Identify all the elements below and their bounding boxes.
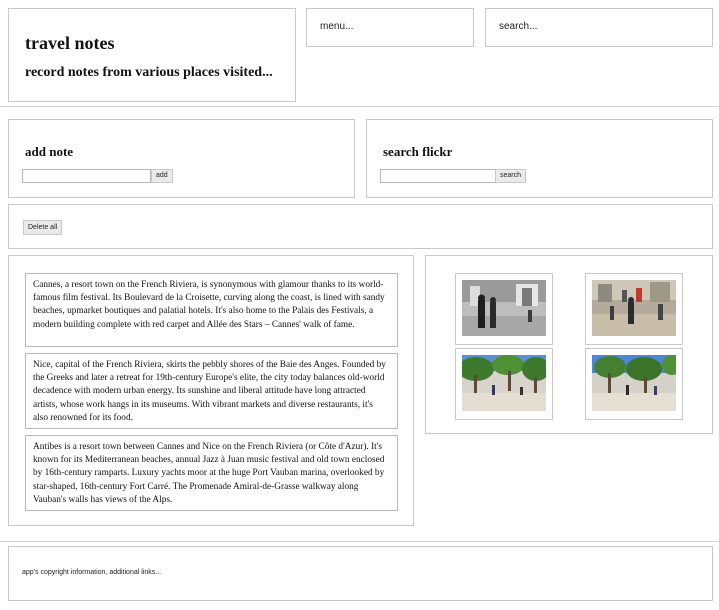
search-flickr-panel: search flickr search bbox=[366, 119, 713, 198]
search-link[interactable]: search... bbox=[499, 21, 537, 32]
photo-thumbnail[interactable] bbox=[585, 348, 683, 420]
delete-all-button[interactable]: Delete all bbox=[23, 220, 63, 235]
menu-panel: menu... bbox=[306, 8, 474, 47]
photo-petanque-plaza-icon bbox=[592, 280, 676, 336]
note-item: Antibes is a resort town between Cannes … bbox=[25, 435, 398, 511]
note-item: Cannes, a resort town on the French Rivi… bbox=[25, 273, 398, 347]
menu-link[interactable]: menu... bbox=[320, 21, 353, 32]
photo-petanque-bw-icon bbox=[462, 280, 546, 336]
note-item: Nice, capital of the French Riviera, ski… bbox=[25, 353, 398, 429]
photo-thumbnail[interactable] bbox=[585, 273, 683, 345]
photo-park-trees-2-icon bbox=[592, 355, 676, 411]
search-flickr-title: search flickr bbox=[383, 144, 453, 159]
add-note-title: add note bbox=[25, 144, 74, 159]
actions-panel: Delete all bbox=[8, 204, 713, 249]
add-note-button[interactable]: add bbox=[151, 169, 173, 183]
flickr-search-input[interactable] bbox=[380, 169, 509, 183]
top-divider bbox=[0, 106, 719, 107]
search-panel: search... bbox=[485, 8, 713, 47]
notes-panel: Cannes, a resort town on the French Rivi… bbox=[8, 255, 414, 526]
photo-thumbnail[interactable] bbox=[455, 273, 553, 345]
photos-panel bbox=[425, 255, 713, 434]
app-title: travel notes bbox=[25, 33, 115, 53]
bottom-divider bbox=[0, 541, 719, 542]
note-input[interactable] bbox=[22, 169, 151, 183]
header-panel: travel notes record notes from various p… bbox=[8, 8, 296, 102]
footer-panel: app's copyright information, additional … bbox=[8, 546, 713, 601]
add-note-panel: add note add bbox=[8, 119, 355, 198]
flickr-search-button[interactable]: search bbox=[495, 169, 527, 183]
footer-text: app's copyright information, additional … bbox=[22, 569, 162, 576]
photo-park-trees-1-icon bbox=[462, 355, 546, 411]
photo-thumbnail[interactable] bbox=[455, 348, 553, 420]
app-subtitle: record notes from various places visited… bbox=[25, 65, 273, 80]
